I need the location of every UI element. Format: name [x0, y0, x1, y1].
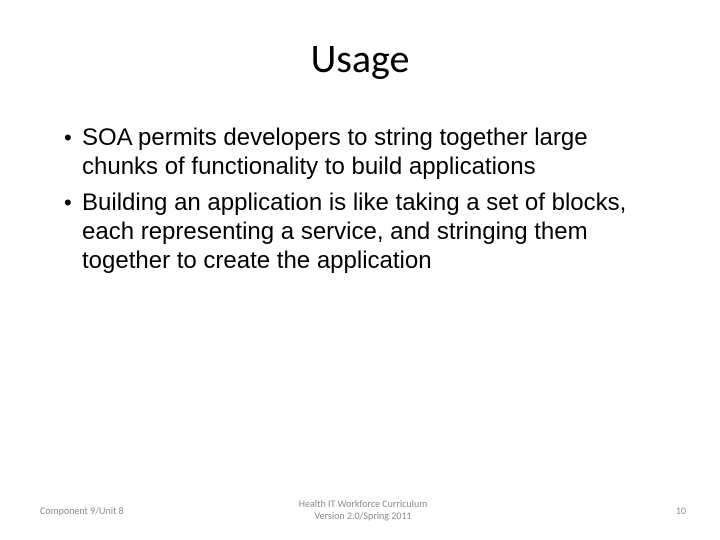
- bullet-item: • Building an application is like taking…: [64, 188, 670, 276]
- bullet-item: • SOA permits developers to string toget…: [64, 123, 670, 182]
- bullet-dot-icon: •: [64, 123, 82, 182]
- bullet-dot-icon: •: [64, 188, 82, 276]
- footer-left: Component 9/Unit 8: [40, 504, 200, 517]
- slide-title: Usage: [50, 34, 670, 83]
- slide-footer: Component 9/Unit 8 Health IT Workforce C…: [0, 498, 720, 522]
- slide-content: • SOA permits developers to string toget…: [50, 123, 670, 275]
- slide: Usage • SOA permits developers to string…: [0, 0, 720, 540]
- footer-page-number: 10: [526, 504, 686, 517]
- bullet-text: Building an application is like taking a…: [82, 188, 670, 276]
- bullet-text: SOA permits developers to string togethe…: [82, 123, 670, 182]
- footer-center: Health IT Workforce Curriculum Version 2…: [200, 498, 526, 522]
- footer-center-line2: Version 2.0/Spring 2011: [200, 510, 526, 522]
